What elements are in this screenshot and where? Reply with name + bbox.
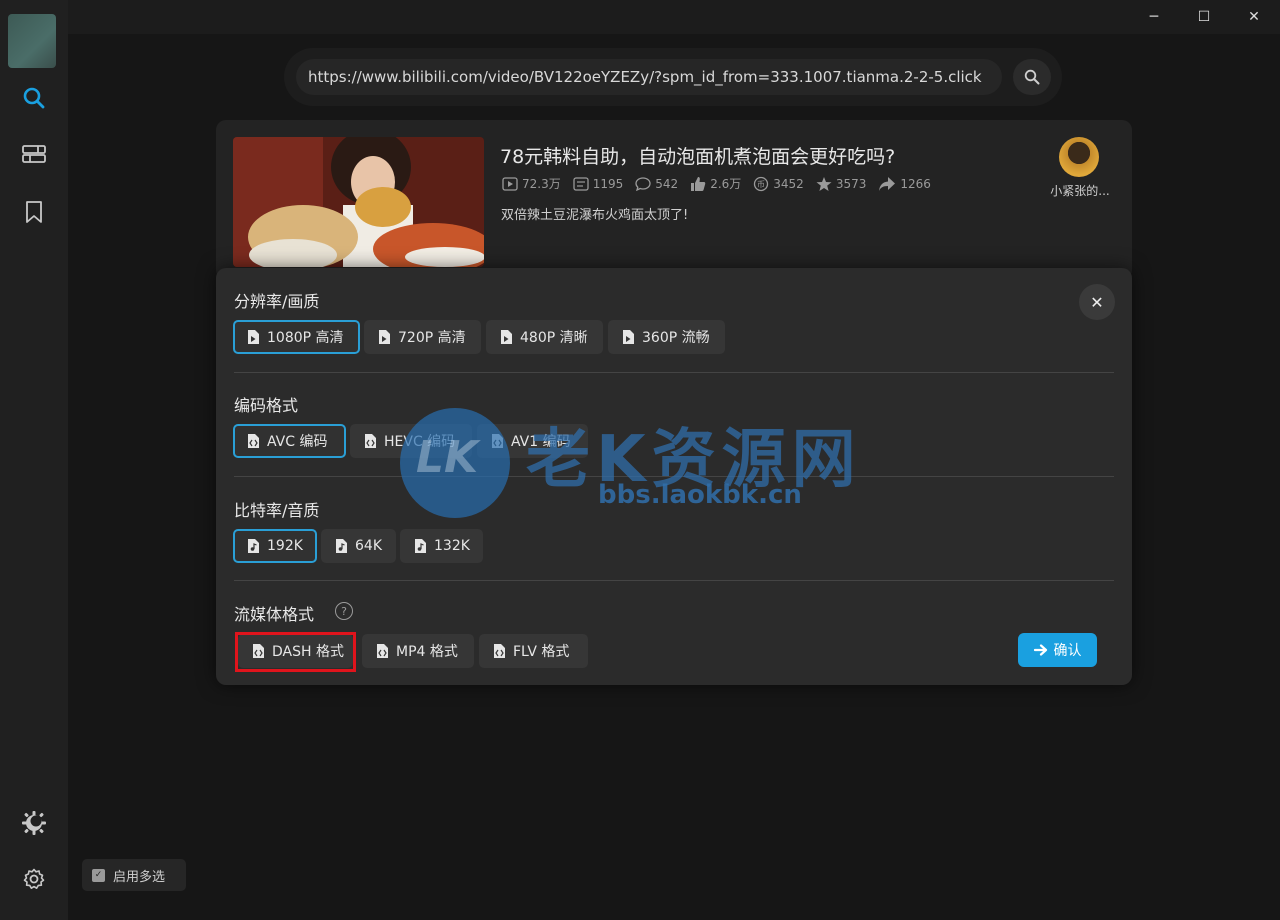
uploader-name[interactable]: 小紧张的... (1040, 182, 1120, 199)
app-logo (8, 14, 56, 68)
video-file-icon (623, 330, 634, 344)
title-bar: ─ ☐ ✕ (68, 0, 1280, 34)
danmaku-icon (573, 176, 589, 191)
comment-icon (635, 176, 651, 191)
divider (234, 580, 1114, 581)
arrow-right-icon (1033, 644, 1047, 656)
help-icon[interactable]: ? (335, 602, 353, 620)
option-720p[interactable]: 720P 高清 (364, 320, 481, 354)
section-title-codec: 编码格式 (234, 396, 299, 415)
search-button[interactable] (1013, 59, 1051, 95)
code-file-icon (492, 434, 503, 448)
video-file-icon (379, 330, 390, 344)
search-icon (1024, 69, 1040, 85)
sidebar (0, 0, 68, 920)
section-title-bitrate: 比特率/音质 (234, 501, 320, 520)
option-dash[interactable]: DASH 格式 (238, 634, 353, 668)
views-stat: 72.3万 (502, 175, 561, 192)
sidebar-item-settings[interactable] (14, 859, 54, 899)
bookmark-icon (26, 201, 42, 223)
search-icon (23, 87, 45, 109)
video-stats: 72.3万 1195 542 2.6万 币 3452 3573 1266 (502, 175, 931, 192)
option-132k[interactable]: 132K (400, 529, 483, 563)
code-file-icon (377, 644, 388, 658)
uploader-avatar[interactable] (1059, 137, 1099, 177)
video-file-icon (501, 330, 512, 344)
audio-file-icon (415, 539, 426, 553)
video-description: 双倍辣土豆泥瀑布火鸡面太顶了! (501, 208, 689, 223)
video-title[interactable]: 78元韩料自助，自动泡面机煮泡面会更好吃吗? (500, 142, 895, 169)
share-icon (879, 176, 896, 191)
option-av1[interactable]: AV1 编码 (477, 424, 588, 458)
sidebar-item-bookmark[interactable] (14, 192, 54, 232)
sidebar-item-theme[interactable] (14, 803, 54, 843)
comments-stat: 542 (635, 177, 678, 191)
danmaku-stat: 1195 (573, 176, 623, 191)
thumbs-up-icon (691, 176, 706, 191)
coins-stat: 币 3452 (753, 176, 804, 192)
close-window-button[interactable]: ✕ (1230, 0, 1278, 34)
code-file-icon (365, 434, 376, 448)
minimize-button[interactable]: ─ (1130, 0, 1178, 34)
list-icon (22, 145, 46, 163)
confirm-button[interactable]: 确认 (1018, 633, 1097, 667)
option-480p[interactable]: 480P 清晰 (486, 320, 603, 354)
sidebar-item-search[interactable] (14, 78, 54, 118)
likes-stat: 2.6万 (690, 175, 741, 192)
code-file-icon (248, 434, 259, 448)
svg-text:币: 币 (757, 180, 765, 189)
sidebar-item-list[interactable] (14, 134, 54, 174)
section-title-resolution: 分辨率/画质 (234, 292, 320, 311)
coin-icon: 币 (754, 176, 769, 191)
checkbox-checked-icon[interactable]: ✓ (92, 868, 105, 882)
thumbnail-image (233, 137, 484, 267)
option-flv[interactable]: FLV 格式 (479, 634, 588, 668)
maximize-button[interactable]: ☐ (1180, 0, 1228, 34)
close-dialog-button[interactable]: ✕ (1079, 284, 1115, 320)
option-hevc[interactable]: HEVC 编码 (350, 424, 472, 458)
option-mp4[interactable]: MP4 格式 (362, 634, 474, 668)
option-avc[interactable]: AVC 编码 (233, 424, 346, 458)
shares-stat: 1266 (878, 176, 931, 192)
star-icon (816, 176, 832, 191)
option-1080p[interactable]: 1080P 高清 (233, 320, 360, 354)
option-64k[interactable]: 64K (321, 529, 396, 563)
audio-file-icon (248, 539, 259, 553)
option-360p[interactable]: 360P 流畅 (608, 320, 725, 354)
code-file-icon (494, 644, 505, 658)
video-file-icon (248, 330, 259, 344)
option-192k[interactable]: 192K (233, 529, 317, 563)
favorites-stat: 3573 (816, 176, 866, 192)
divider (234, 476, 1114, 477)
audio-file-icon (336, 539, 347, 553)
multi-select-label: 启用多选 (113, 869, 166, 885)
video-thumbnail[interactable] (233, 137, 484, 267)
divider (234, 372, 1114, 373)
gear-icon (23, 868, 45, 889)
theme-toggle-icon (22, 811, 46, 835)
play-icon (502, 176, 518, 191)
multi-select-toggle[interactable]: ✓ 启用多选 (82, 859, 186, 891)
section-title-stream-format: 流媒体格式 (234, 605, 315, 624)
url-input[interactable] (296, 59, 1002, 95)
code-file-icon (253, 644, 264, 658)
